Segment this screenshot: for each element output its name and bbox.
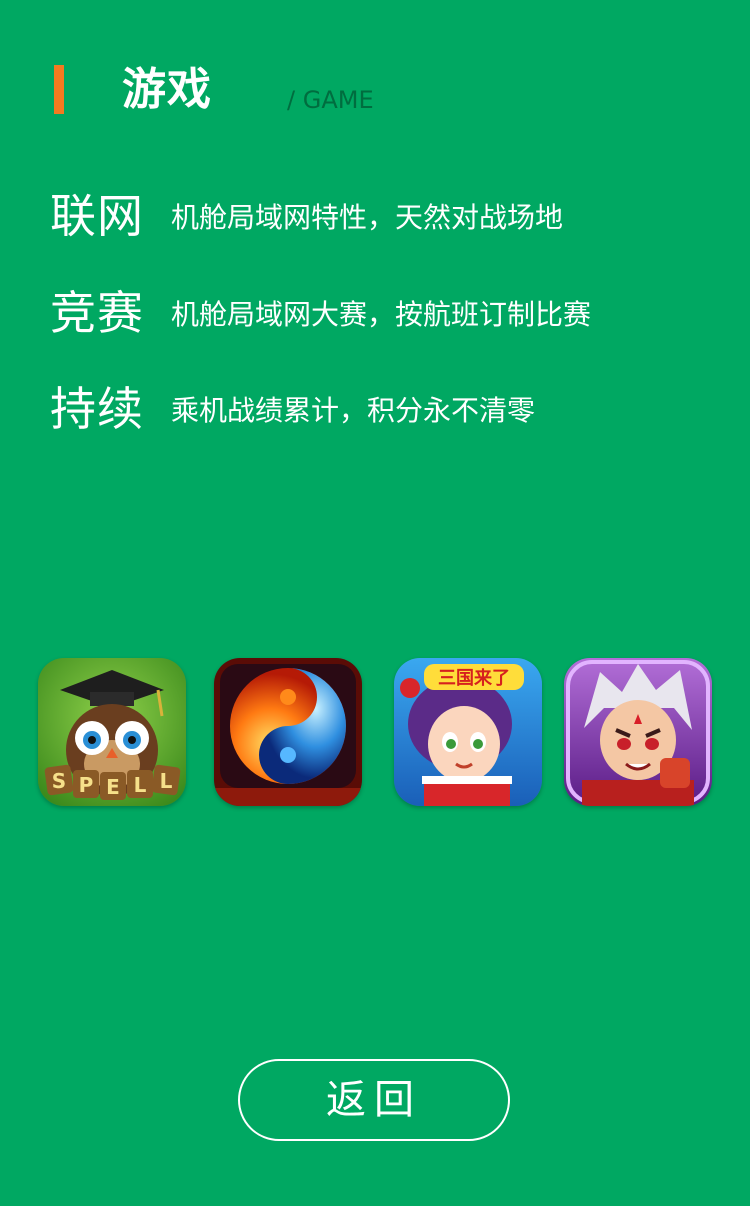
page-title: 游戏: [122, 64, 212, 115]
svg-text:L: L: [134, 773, 147, 797]
game-icon-row: SPELL 三国来了: [38, 658, 718, 810]
white-haired-warrior-game-icon[interactable]: [564, 658, 712, 806]
feature-description: 机舱局域网特性，天然对战场地: [171, 201, 564, 234]
back-button[interactable]: 返回: [238, 1059, 510, 1141]
svg-text:L: L: [160, 769, 173, 793]
svg-text:P: P: [79, 773, 94, 797]
feature-description: 机舱局域网大赛，按航班订制比赛: [171, 298, 592, 331]
three-kingdoms-girl-game-icon[interactable]: 三国来了: [394, 658, 542, 806]
svg-text:S: S: [52, 769, 66, 793]
svg-text:三国来了: 三国来了: [438, 668, 510, 689]
svg-text:E: E: [106, 775, 120, 799]
feature-description: 乘机战绩累计，积分永不清零: [171, 394, 536, 427]
feature-competition: 竞赛 机舱局域网大赛，按航班订制比赛: [50, 283, 730, 343]
title-accent-bar: [54, 65, 64, 114]
feature-title: 竞赛: [50, 286, 144, 340]
feature-title: 持续: [50, 382, 144, 436]
feature-persistence: 持续 乘机战绩累计，积分永不清零: [50, 379, 730, 439]
fire-ice-yinyang-game-icon[interactable]: [214, 658, 362, 806]
feature-networking: 联网 机舱局域网特性，天然对战场地: [50, 186, 730, 246]
owl-spell-game-icon[interactable]: SPELL: [38, 658, 186, 806]
page-subtitle: / GAME: [287, 86, 374, 114]
feature-title: 联网: [50, 189, 144, 243]
